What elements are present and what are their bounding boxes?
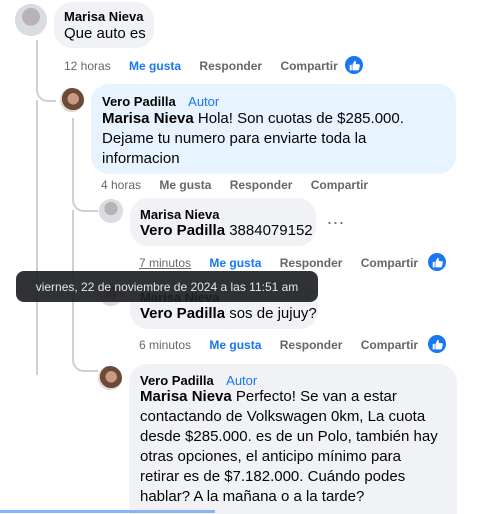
reply-button[interactable]: Responder [199,59,262,73]
mention[interactable]: Marisa Nieva [140,388,232,405]
share-button[interactable]: Compartir [361,338,418,352]
comment-text: Marisa Nieva Hola! Son cuotas de $285.00… [102,110,404,167]
comment-actions: 12 horas Me gusta Responder Compartir [64,59,353,73]
comment-time[interactable]: 12 horas [64,59,111,73]
reply-button[interactable]: Responder [280,338,343,352]
comment-bubble: Marisa Nieva Vero Padilla 3884079152 [130,198,316,246]
comment-author[interactable]: Marisa Nieva [140,207,220,222]
comment-text: Marisa Nieva Perfecto! Se van a estar co… [140,388,438,505]
comment-bubble: Vero Padilla Autor Marisa Nieva Perfecto… [129,364,457,514]
avatar[interactable] [99,199,123,223]
share-button[interactable]: Compartir [280,59,337,73]
share-button[interactable]: Compartir [361,256,418,270]
comment-actions: 7 minutos Me gusta Responder Compartir [139,256,433,270]
avatar[interactable] [98,366,122,390]
timestamp-tooltip: viernes, 22 de noviembre de 2024 a las 1… [16,271,318,302]
thumbs-up-icon [428,335,446,353]
comment-author[interactable]: Marisa Nieva [64,9,144,24]
author-badge: Autor [226,373,258,388]
comment-author[interactable]: Vero Padilla [102,94,176,109]
mention[interactable]: Marisa Nieva [102,110,194,127]
avatar[interactable] [15,4,47,36]
avatar[interactable] [60,88,84,112]
comment-bubble: Vero Padilla Autor Marisa Nieva Hola! So… [91,84,456,174]
mention[interactable]: Vero Padilla [140,222,225,239]
author-badge: Autor [188,94,220,109]
like-button[interactable]: Me gusta [129,59,181,73]
more-options-icon[interactable]: ... [327,208,345,229]
thread-line [36,100,38,200]
thumbs-up-icon [345,56,363,74]
comment-bubble: Marisa Nieva Que auto es [54,2,154,48]
comment-text: Vero Padilla 3884079152 [140,222,313,239]
mention[interactable]: Vero Padilla [140,305,225,322]
like-button[interactable]: Me gusta [159,178,211,192]
like-button[interactable]: Me gusta [209,338,261,352]
reply-button[interactable]: Responder [230,178,293,192]
reply-button[interactable]: Responder [280,256,343,270]
comment-time[interactable]: 4 horas [101,178,141,192]
comment-author[interactable]: Vero Padilla [140,373,214,388]
thread-line [36,40,56,102]
comment-actions: 4 horas Me gusta Responder Compartir [101,178,383,192]
like-button[interactable]: Me gusta [209,256,261,270]
thumbs-up-icon [428,253,446,271]
comment-time[interactable]: 6 minutos [139,338,191,352]
comment-text: Vero Padilla sos de jujuy? [140,305,317,322]
comment-text: Que auto es [64,25,146,42]
share-button[interactable]: Compartir [311,178,368,192]
comment-time[interactable]: 7 minutos [139,256,191,270]
comment-actions: 6 minutos Me gusta Responder Compartir [139,338,433,352]
